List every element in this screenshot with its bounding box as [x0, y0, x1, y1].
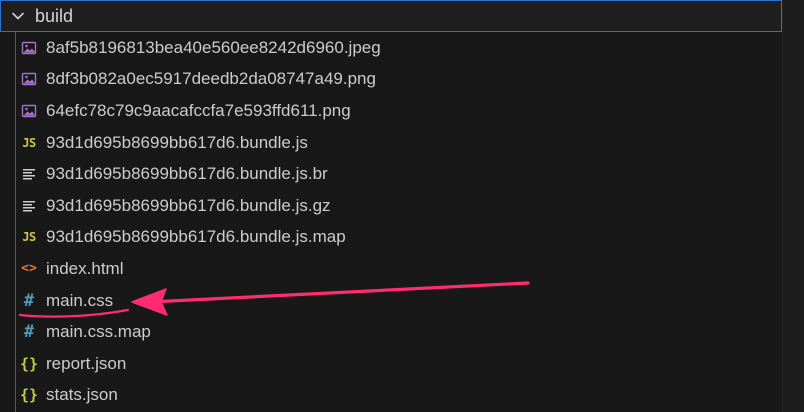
file-row[interactable]: # main.css	[0, 285, 782, 317]
file-name: report.json	[46, 353, 127, 373]
file-row[interactable]: {} stats.json	[0, 380, 782, 412]
file-row[interactable]: 8df3b082a0ec5917deedb2da08747a49.png	[0, 64, 782, 96]
file-name: main.css.map	[46, 322, 151, 342]
image-file-icon	[20, 70, 38, 88]
file-row[interactable]: 93d1d695b8699bb617d6.bundle.js.br	[0, 158, 782, 190]
folder-name: build	[35, 5, 74, 26]
file-row[interactable]: 8af5b8196813bea40e560ee8242d6960.jpeg	[0, 32, 782, 64]
file-name: index.html	[46, 258, 124, 278]
file-row[interactable]: {} report.json	[0, 348, 782, 380]
text-file-icon	[20, 197, 38, 215]
css-file-icon: #	[23, 322, 35, 343]
file-explorer: build 8af5b8196813bea40e560ee8242d6960.j…	[0, 0, 804, 412]
file-name: main.css	[46, 290, 114, 310]
file-name: 8af5b8196813bea40e560ee8242d6960.jpeg	[46, 37, 381, 57]
chevron-down-icon[interactable]	[10, 8, 26, 24]
file-name: 64efc78c79c9aacafccfa7e593ffd611.png	[46, 100, 351, 120]
js-file-icon: JS	[22, 135, 36, 150]
file-name: 93d1d695b8699bb617d6.bundle.js.map	[46, 227, 346, 247]
image-file-icon	[20, 39, 38, 57]
json-file-icon: {}	[19, 386, 39, 405]
scrollbar[interactable]	[782, 0, 804, 412]
file-name: stats.json	[46, 385, 118, 405]
file-row[interactable]: <> index.html	[0, 253, 782, 285]
file-name: 93d1d695b8699bb617d6.bundle.js.gz	[46, 195, 331, 215]
js-file-icon: JS	[22, 230, 36, 245]
file-row[interactable]: # main.css.map	[0, 316, 782, 348]
file-name: 93d1d695b8699bb617d6.bundle.js.br	[46, 164, 328, 184]
file-list: 8af5b8196813bea40e560ee8242d6960.jpeg 8d…	[0, 32, 782, 411]
folder-build-header[interactable]: build	[0, 0, 782, 32]
html-file-icon: <>	[21, 261, 37, 277]
file-row[interactable]: 64efc78c79c9aacafccfa7e593ffd611.png	[0, 95, 782, 127]
text-file-icon	[20, 165, 38, 183]
file-row[interactable]: JS 93d1d695b8699bb617d6.bundle.js	[0, 127, 782, 159]
file-name: 93d1d695b8699bb617d6.bundle.js	[46, 132, 308, 152]
css-file-icon: #	[23, 290, 35, 311]
image-file-icon	[20, 102, 38, 120]
file-row[interactable]: JS 93d1d695b8699bb617d6.bundle.js.map	[0, 222, 782, 254]
json-file-icon: {}	[19, 354, 39, 373]
file-row[interactable]: 93d1d695b8699bb617d6.bundle.js.gz	[0, 190, 782, 222]
file-name: 8df3b082a0ec5917deedb2da08747a49.png	[46, 69, 376, 89]
